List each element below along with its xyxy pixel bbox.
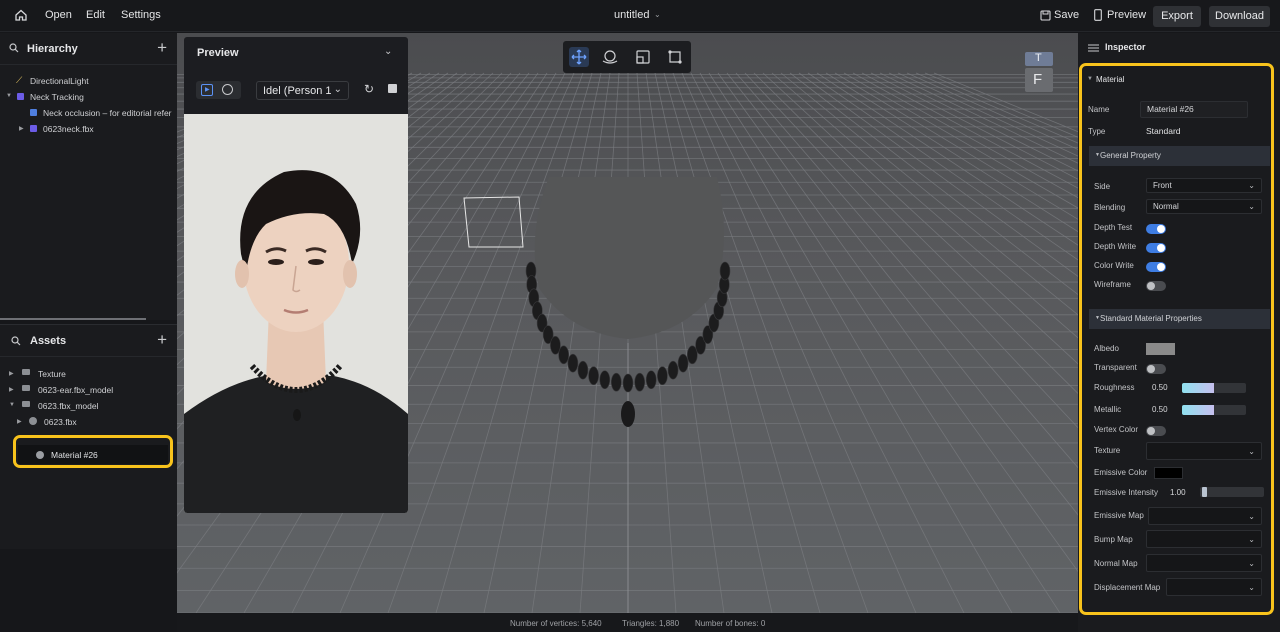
animation-select[interactable]: Idel (Person 1) ⌄ (256, 81, 349, 100)
stop-icon[interactable] (388, 84, 397, 93)
asset-item[interactable]: ▶ Texture (0, 366, 177, 382)
palette-icon[interactable] (222, 84, 233, 95)
caret-down-icon[interactable]: ▼ (6, 93, 12, 99)
menu-open[interactable]: Open (45, 9, 72, 21)
hierarchy-panel: Hierarchy + ⟋ DirectionalLight ▼ Neck Tr… (0, 33, 177, 320)
scale-tool-button[interactable] (633, 47, 653, 67)
caret-right-icon[interactable]: ▶ (17, 418, 22, 425)
hierarchy-item-label: Neck Tracking (30, 92, 84, 102)
top-bar: Open Edit Settings untitled ⌄ Save Previ… (0, 0, 1280, 32)
caret-right-icon[interactable]: ▶ (9, 386, 14, 393)
preview-panel: Preview ⌄ ▶ Idel (Person 1) ⌄ ↻ (184, 37, 408, 513)
mesh-icon (29, 417, 37, 425)
hierarchy-header: Hierarchy + (0, 33, 177, 65)
asset-item[interactable]: ▼ 0623.fbx_model (0, 398, 177, 414)
view-top-button[interactable]: T (1025, 52, 1053, 66)
view-front-button[interactable]: F (1025, 68, 1053, 92)
folder-icon (22, 385, 30, 391)
folder-icon (22, 401, 30, 407)
hierarchy-item-label: 0623neck.fbx (43, 124, 94, 134)
asset-item-label: 0623.fbx (44, 417, 77, 427)
hierarchy-item[interactable]: Neck occlusion – for editorial refer (0, 105, 177, 121)
vertex-count: Number of vertices: 5,640 (510, 619, 602, 628)
assets-header: Assets + (0, 325, 177, 357)
chevron-down-icon: ⌄ (333, 84, 342, 95)
preview-title: Preview (197, 47, 239, 59)
home-icon[interactable] (14, 8, 28, 22)
axis-label-top: T (1035, 52, 1042, 64)
export-button[interactable]: Export (1153, 6, 1201, 27)
add-asset-icon[interactable]: + (157, 330, 167, 350)
hierarchy-title: Hierarchy (27, 43, 78, 55)
rotate-tool-button[interactable] (600, 47, 620, 67)
save-button[interactable]: Save (1054, 9, 1079, 21)
tracking-icon (17, 93, 24, 100)
download-button[interactable]: Download (1209, 6, 1270, 27)
asset-item-label: Texture (38, 369, 66, 379)
collapse-icon[interactable]: ⌄ (384, 46, 392, 57)
folder-icon (22, 369, 30, 375)
triangle-count: Triangles: 1,880 (622, 619, 680, 628)
chevron-down-icon[interactable]: ⌄ (654, 10, 661, 19)
phone-icon[interactable] (1094, 9, 1102, 24)
hierarchy-item[interactable]: ▶ 0623neck.fbx (0, 121, 177, 137)
rect-tool-button[interactable] (665, 47, 685, 67)
axis-label-front: F (1033, 71, 1043, 88)
hierarchy-item[interactable]: ▼ Neck Tracking (0, 89, 177, 105)
add-node-icon[interactable]: + (157, 38, 167, 58)
caret-right-icon[interactable]: ▶ (19, 125, 24, 132)
hierarchy-item[interactable]: ⟋ DirectionalLight (0, 73, 177, 89)
panel-splitter[interactable] (0, 318, 146, 320)
move-tool-button[interactable] (569, 47, 589, 67)
occluder-icon (30, 109, 37, 116)
hierarchy-item-label: DirectionalLight (30, 76, 89, 86)
asset-selection-highlight (13, 435, 173, 468)
caret-down-icon[interactable]: ▼ (9, 402, 15, 408)
model-icon (30, 125, 37, 132)
light-icon: ⟋ (16, 75, 23, 85)
preview-button[interactable]: Preview (1107, 9, 1146, 21)
inspector-highlight (1079, 63, 1274, 615)
save-icon[interactable] (1040, 10, 1051, 24)
transform-toolbar (563, 41, 691, 73)
sliders-icon (1088, 43, 1099, 56)
hierarchy-item-label: Neck occlusion – for editorial refer (43, 108, 172, 118)
asset-item[interactable]: ▶ 0623.fbx (0, 414, 177, 430)
menu-edit[interactable]: Edit (86, 9, 105, 21)
project-title[interactable]: untitled (614, 9, 649, 21)
status-bar: Number of vertices: 5,640 Triangles: 1,8… (177, 613, 1078, 632)
animation-select-value: Idel (Person 1) (263, 85, 331, 97)
refresh-icon[interactable]: ↻ (364, 82, 374, 96)
asset-item[interactable]: ▶ 0623-ear.fbx_model (0, 382, 177, 398)
search-icon[interactable] (11, 336, 21, 349)
preview-mode-toggle: ▶ (196, 81, 241, 99)
asset-item-label: 0623.fbx_model (38, 401, 99, 411)
assets-title: Assets (30, 335, 67, 347)
inspector-title: Inspector (1105, 42, 1146, 52)
play-mode-icon[interactable]: ▶ (201, 84, 213, 96)
bone-count: Number of bones: 0 (695, 619, 766, 628)
menu-settings[interactable]: Settings (121, 9, 161, 21)
camera-preview-image (184, 114, 408, 513)
search-icon[interactable] (9, 43, 19, 56)
caret-right-icon[interactable]: ▶ (9, 370, 14, 377)
asset-item-label: 0623-ear.fbx_model (38, 385, 114, 395)
